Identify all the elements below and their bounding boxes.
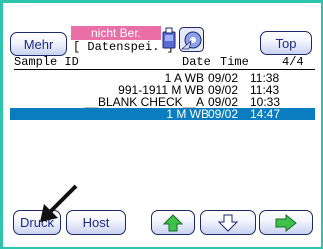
arrow-down-icon: [218, 214, 238, 232]
header-divider: [14, 69, 315, 70]
sample-time: 14:47: [250, 107, 281, 121]
list-header: Sample ID Date Time 4/4: [14, 56, 314, 69]
page-indicator: 4/4: [282, 55, 304, 69]
usb-drive-icon: [162, 27, 176, 49]
status-main: nicht Ber.: [71, 26, 161, 40]
print-button[interactable]: Druck: [13, 210, 61, 235]
scroll-down-button[interactable]: [200, 210, 256, 235]
top-button[interactable]: Top: [260, 31, 312, 55]
tape-roll-icon: [179, 27, 204, 52]
column-time: Time: [220, 55, 249, 69]
host-button[interactable]: Host: [66, 210, 126, 235]
arrow-up-icon: [163, 213, 183, 231]
scroll-up-button[interactable]: [151, 210, 195, 235]
more-button[interactable]: Mehr: [10, 32, 67, 56]
next-page-button[interactable]: [259, 210, 313, 235]
arrow-right-icon: [275, 213, 297, 232]
column-sample-id: Sample ID: [14, 55, 79, 69]
sample-date: 09/02: [208, 107, 239, 121]
list-item-selected[interactable]: 1 M WB 09/02 14:47: [10, 108, 315, 120]
sample-id: 1 M WB: [166, 107, 209, 121]
column-date: Date: [182, 55, 211, 69]
sample-list: 1 A WB 09/02 11:38 991-1911 M WB 09/02 1…: [10, 72, 315, 120]
status-sub: [ Datenspei. ]: [73, 40, 174, 54]
status-main-text: nicht Ber.: [90, 26, 142, 40]
